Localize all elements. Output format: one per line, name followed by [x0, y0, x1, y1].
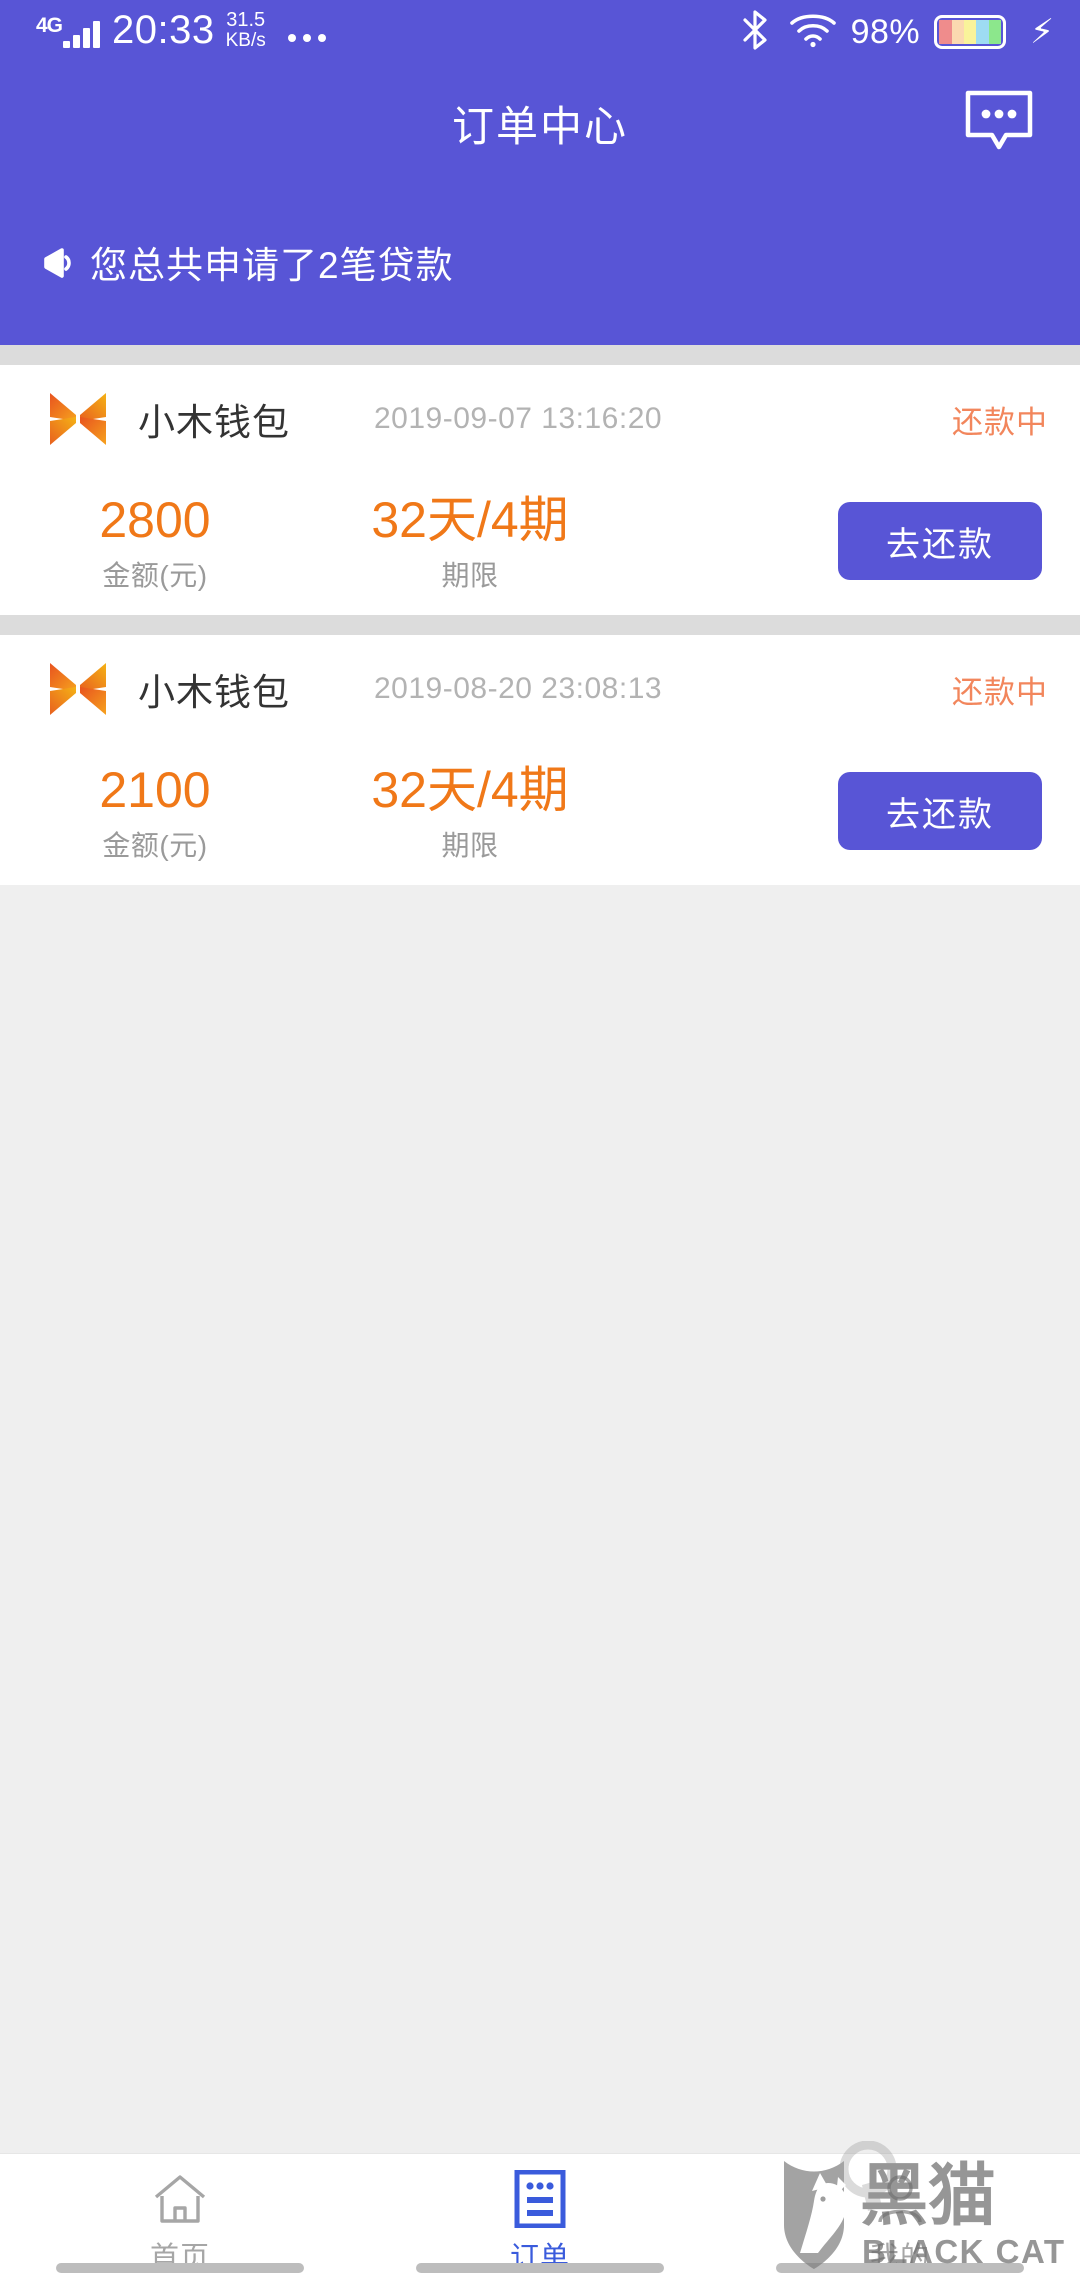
notice-text: 您总共申请了2笔贷款 — [90, 244, 454, 286]
app-root: 4G 20:33 31.5 KB/s 98% ⚡ 订单中心 您总共申请了2笔贷款… — [0, 0, 1080, 2280]
home-icon — [151, 2170, 209, 2228]
chat-bubble-icon — [962, 87, 1036, 160]
person-icon — [871, 2170, 929, 2228]
order-card-body: 2100 金额(元) 32天/4期 期限 去还款 — [0, 743, 1080, 885]
status-bar-left: 4G 20:33 31.5 KB/s — [36, 8, 326, 59]
order-amount-value: 2800 — [99, 491, 211, 548]
order-amount-metric: 2800 金额(元) — [0, 494, 310, 595]
bluetooth-icon — [741, 9, 771, 56]
list-top-divider — [0, 345, 1080, 365]
xiaomu-wallet-logo-icon — [46, 657, 110, 721]
order-term-label: 期限 — [441, 830, 499, 862]
order-brand-name: 小木钱包 — [138, 672, 290, 713]
order-timestamp: 2019-09-07 13:16:20 — [374, 402, 663, 435]
order-card-body: 2800 金额(元) 32天/4期 期限 去还款 — [0, 473, 1080, 615]
order-card-header: 小木钱包 2019-09-07 13:16:20 还款中 — [0, 365, 1080, 473]
network-speed-value: 31.5 — [226, 8, 266, 31]
status-bar-clock: 20:33 — [112, 8, 215, 53]
navigation-gesture-bars[interactable] — [0, 2262, 1080, 2274]
order-status-badge: 还款中 — [952, 674, 1048, 710]
order-amount-label: 金额(元) — [102, 830, 208, 862]
chat-bubble-button[interactable] — [956, 83, 1042, 163]
order-term-label: 期限 — [441, 560, 499, 592]
order-timestamp: 2019-08-20 23:08:13 — [374, 672, 663, 705]
order-list-icon — [511, 2170, 569, 2228]
order-list: 小木钱包 2019-09-07 13:16:20 还款中 2800 金额(元) … — [0, 345, 1080, 885]
order-card[interactable]: 小木钱包 2019-08-20 23:08:13 还款中 2100 金额(元) … — [0, 635, 1080, 885]
list-divider — [0, 615, 1080, 635]
wifi-icon — [789, 11, 837, 54]
gesture-bar[interactable] — [416, 2263, 664, 2273]
order-amount-label: 金额(元) — [102, 560, 208, 592]
order-term-value: 32天/4期 — [371, 491, 569, 548]
go-repay-button[interactable]: 去还款 — [838, 502, 1042, 580]
order-brand-name: 小木钱包 — [138, 402, 290, 443]
status-bar: 4G 20:33 31.5 KB/s 98% ⚡ — [0, 0, 1080, 68]
battery-percent-label: 98% — [850, 12, 921, 51]
network-type-label: 4G — [36, 14, 63, 38]
status-overflow-dots-icon — [287, 34, 326, 43]
bottom-tab-bar: 首页 订单 我的 — [0, 2153, 1080, 2280]
order-card-header: 小木钱包 2019-08-20 23:08:13 还款中 — [0, 635, 1080, 743]
order-status-badge: 还款中 — [952, 404, 1048, 440]
status-bar-right: 98% ⚡ — [741, 9, 1054, 56]
order-term-metric: 32天/4期 期限 — [340, 494, 600, 595]
gesture-bar[interactable] — [776, 2263, 1024, 2273]
battery-icon — [934, 15, 1007, 49]
empty-content-area — [0, 1105, 1080, 2153]
order-amount-metric: 2100 金额(元) — [0, 764, 310, 865]
gesture-bar[interactable] — [56, 2263, 304, 2273]
signal-bars-icon — [63, 18, 101, 49]
megaphone-icon — [32, 240, 76, 284]
network-speed: 31.5 KB/s — [225, 8, 266, 51]
go-repay-button[interactable]: 去还款 — [838, 772, 1042, 850]
order-amount-value: 2100 — [99, 761, 211, 818]
order-term-metric: 32天/4期 期限 — [340, 764, 600, 865]
app-header: 订单中心 — [0, 68, 1080, 178]
order-term-value: 32天/4期 — [371, 761, 569, 818]
notice-banner[interactable]: 您总共申请了2笔贷款 — [0, 178, 1080, 345]
page-title: 订单中心 — [451, 102, 628, 150]
order-card[interactable]: 小木钱包 2019-09-07 13:16:20 还款中 2800 金额(元) … — [0, 365, 1080, 615]
xiaomu-wallet-logo-icon — [46, 387, 110, 451]
charging-bolt-icon: ⚡ — [1030, 13, 1054, 51]
network-speed-unit: KB/s — [225, 29, 266, 51]
